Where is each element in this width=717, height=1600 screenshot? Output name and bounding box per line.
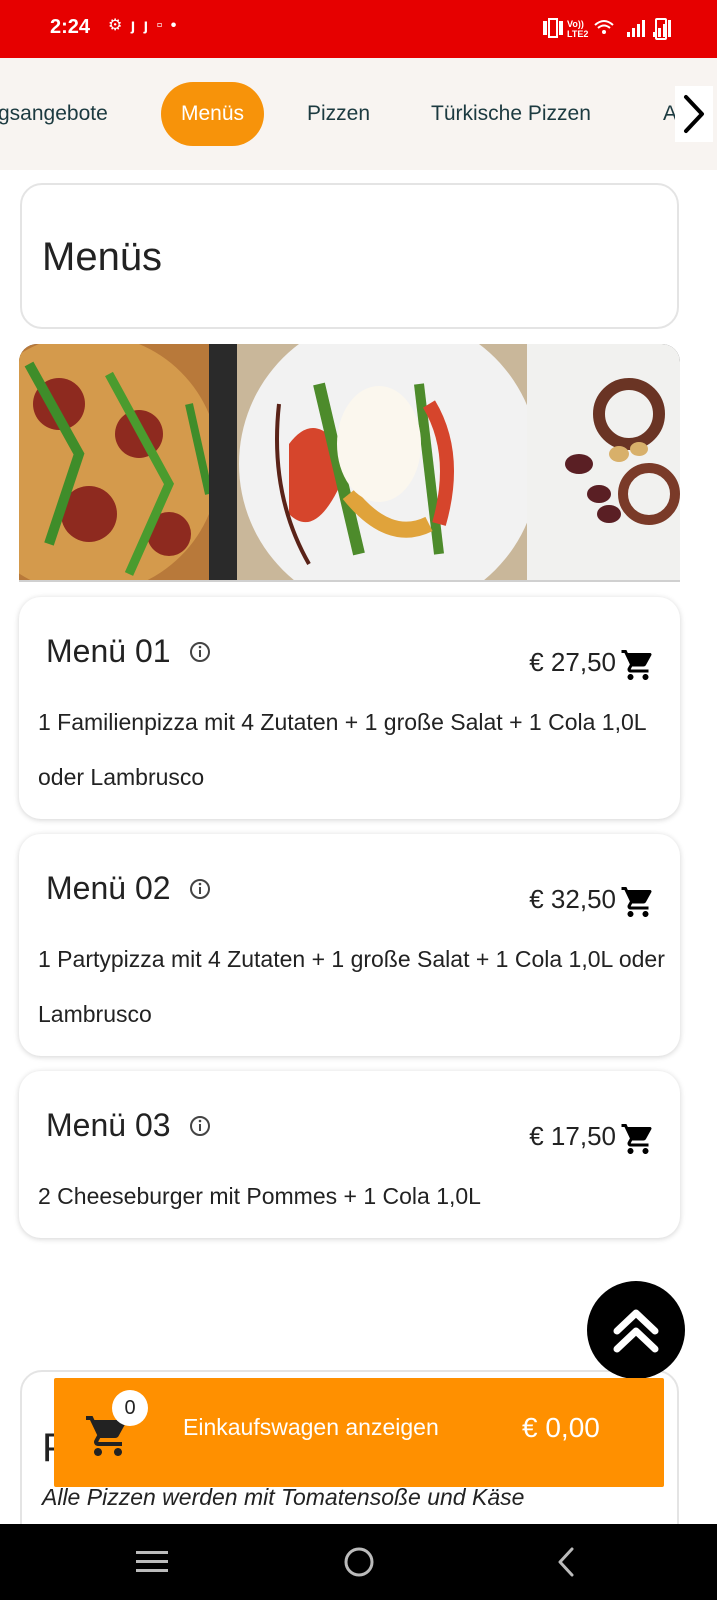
section-title: Menüs [42, 235, 163, 279]
section-banner-image [19, 344, 680, 582]
chevron-right-icon [684, 95, 704, 133]
info-icon[interactable] [189, 641, 211, 663]
double-chevron-up-icon [613, 1309, 659, 1353]
menu-icon [136, 1551, 168, 1572]
menu-item-name-row: Menü 03 [46, 1107, 211, 1144]
menu-item-price: € 27,50 [529, 647, 616, 677]
status-time: 2:24 [50, 16, 91, 38]
tab-tuerkische-pizzen[interactable]: Türkische Pizzen [431, 82, 591, 146]
scroll-tabs-button[interactable] [675, 86, 713, 142]
tab-pizzen[interactable]: Pizzen [307, 82, 370, 146]
svg-text:LTE2: LTE2 [567, 29, 588, 39]
menu-item-name: Menü 02 [46, 870, 171, 906]
menu-item[interactable]: Menü 03 € 17,50 2 Cheeseburger mit Pomme… [19, 1071, 680, 1238]
food-photo-image [19, 344, 680, 580]
menu-item-description: 1 Familienpizza mit 4 Zutaten + 1 große … [38, 709, 646, 790]
svg-text:Vo)): Vo)) [567, 19, 584, 29]
cart-total: € 0,00 [522, 1412, 600, 1443]
recent-apps-button[interactable] [132, 1542, 172, 1582]
menu-item-price: € 32,50 [529, 884, 616, 914]
add-to-cart-icon[interactable] [620, 647, 656, 683]
scroll-to-top-button[interactable] [587, 1281, 685, 1379]
menu-item-description: 2 Cheeseburger mit Pommes + 1 Cola 1,0L [38, 1183, 481, 1209]
network-icons: Vo)) LTE2 [543, 15, 673, 45]
category-tab-bar[interactable]: gsangebote Menüs Pizzen Türkische Pizzen… [0, 58, 717, 170]
notification-icons: ⚙ ȷ ȷ ▫ • [108, 17, 179, 34]
system-navigation-bar [0, 1524, 717, 1600]
info-icon[interactable] [189, 1115, 211, 1137]
menu-item-name: Menü 03 [46, 1107, 171, 1143]
next-section-subtitle: Alle Pizzen werden mit Tomatensoße und K… [42, 1484, 525, 1510]
menu-item-description: 1 Partypizza mit 4 Zutaten + 1 große Sal… [38, 946, 665, 1027]
add-to-cart-icon[interactable] [620, 1121, 656, 1157]
battery-icon [655, 18, 667, 40]
home-circle-icon [344, 1547, 374, 1577]
menu-item[interactable]: Menü 02 € 32,50 1 Partypizza mit 4 Zutat… [19, 834, 680, 1056]
signal-icon: Vo)) LTE2 [543, 18, 671, 39]
back-arrow-icon [558, 1547, 574, 1577]
cart-count-badge: 0 [112, 1390, 148, 1426]
view-cart-label: Einkaufswagen anzeigen [183, 1414, 439, 1440]
info-icon[interactable] [189, 878, 211, 900]
section-header-card: Menüs [20, 183, 679, 329]
menu-item-price: € 17,50 [529, 1121, 616, 1151]
view-cart-button[interactable]: 0 Einkaufswagen anzeigen € 0,00 [54, 1378, 664, 1487]
home-button[interactable] [339, 1542, 379, 1582]
menu-item-name-row: Menü 01 [46, 633, 211, 670]
tab-menus[interactable]: Menüs [161, 82, 265, 146]
menu-item-name-row: Menü 02 [46, 870, 211, 907]
back-button[interactable] [546, 1542, 586, 1582]
tab-angebote[interactable]: gsangebote [0, 82, 108, 146]
add-to-cart-icon[interactable] [620, 884, 656, 920]
menu-item-name: Menü 01 [46, 633, 171, 669]
status-bar: 2:24 ⚙ ȷ ȷ ▫ • Vo)) LTE2 [0, 0, 717, 58]
menu-item[interactable]: Menü 01 € 27,50 1 Familienpizza mit 4 Zu… [19, 597, 680, 819]
